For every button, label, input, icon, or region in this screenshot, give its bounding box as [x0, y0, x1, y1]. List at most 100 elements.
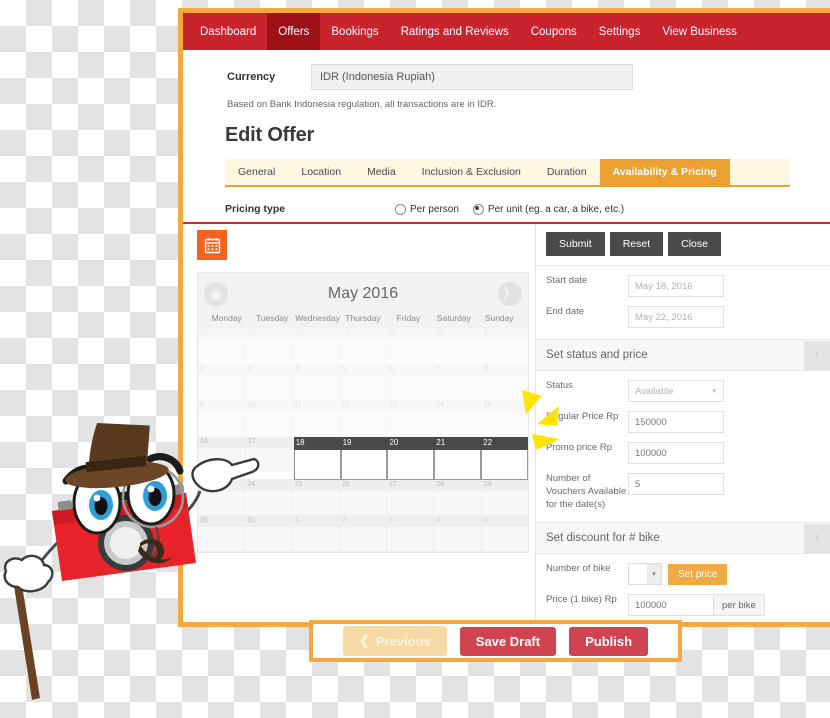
calendar-day-body[interactable]: [387, 340, 434, 364]
calendar-day[interactable]: 15: [481, 401, 528, 437]
calendar-day-body[interactable]: [245, 340, 292, 364]
calendar-day[interactable]: 16: [198, 437, 246, 480]
tab-duration[interactable]: Duration: [534, 159, 600, 185]
calendar-day[interactable]: 11: [292, 401, 340, 437]
chevron-right-circle-icon[interactable]: 〉: [497, 282, 522, 306]
calendar-day[interactable]: 2: [339, 516, 388, 552]
submit-button[interactable]: Submit: [546, 232, 605, 256]
calendar-day[interactable]: 28: [434, 480, 482, 516]
calendar-day-body[interactable]: [292, 491, 339, 515]
calendar-day-body[interactable]: [481, 412, 528, 436]
calendar-day[interactable]: 7: [434, 365, 482, 401]
nav-item-bookings[interactable]: Bookings: [320, 13, 389, 50]
close-button[interactable]: Close: [668, 232, 721, 256]
calendar-day[interactable]: 30: [434, 329, 482, 365]
calendar-day[interactable]: 31: [245, 516, 293, 552]
calendar-icon[interactable]: [197, 230, 227, 260]
calendar-day-body[interactable]: [387, 491, 434, 515]
previous-button[interactable]: ❮ Previous: [342, 626, 447, 656]
calendar-day[interactable]: 27: [292, 329, 340, 365]
calendar-day-body[interactable]: [292, 527, 339, 551]
calendar-day[interactable]: 25: [198, 329, 246, 365]
calendar-day-body[interactable]: [387, 527, 434, 551]
status-select[interactable]: Available ▾: [628, 380, 724, 402]
calendar-day[interactable]: 28: [339, 329, 388, 365]
save-draft-button[interactable]: Save Draft: [459, 626, 557, 656]
calendar-day[interactable]: 4: [434, 516, 482, 552]
collapse-up-icon[interactable]: ↑: [804, 523, 830, 553]
calendar-day[interactable]: 4: [292, 365, 340, 401]
calendar-day[interactable]: 9: [198, 401, 246, 437]
calendar-day-selected[interactable]: 19: [340, 437, 388, 480]
calendar-day-body[interactable]: [198, 491, 245, 515]
availability-calendar[interactable]: ⊕ May 2016 〉 Monday Tuesday Wednesday Th…: [197, 272, 529, 553]
calendar-day-body[interactable]: [245, 412, 292, 436]
calendar-day[interactable]: 1: [481, 329, 528, 365]
calendar-day[interactable]: 8: [481, 365, 528, 401]
calendar-day-selected[interactable]: 20: [387, 437, 435, 480]
promo-price-input[interactable]: 100000: [628, 442, 724, 464]
calendar-day-body[interactable]: [481, 491, 528, 515]
publish-button[interactable]: Publish: [569, 626, 649, 656]
calendar-day-body[interactable]: [339, 527, 387, 551]
calendar-day-body[interactable]: [198, 340, 245, 364]
calendar-day[interactable]: 26: [339, 480, 388, 516]
calendar-day[interactable]: 1: [292, 516, 340, 552]
radio-per-person-input[interactable]: [395, 203, 406, 215]
regular-price-input[interactable]: 150000: [628, 411, 724, 433]
calendar-day[interactable]: 14: [434, 401, 482, 437]
calendar-day[interactable]: 17: [245, 437, 294, 480]
reset-button[interactable]: Reset: [609, 232, 664, 256]
calendar-day-body[interactable]: [198, 376, 245, 400]
calendar-day[interactable]: 24: [245, 480, 293, 516]
tab-general[interactable]: General: [225, 159, 288, 185]
calendar-day[interactable]: 10: [245, 401, 293, 437]
calendar-day-body[interactable]: [198, 412, 245, 436]
calendar-day[interactable]: 27: [387, 480, 435, 516]
calendar-day-body[interactable]: [387, 450, 435, 480]
calendar-day[interactable]: 30: [198, 516, 246, 552]
vouchers-input[interactable]: 5: [628, 473, 724, 495]
circle-plus-icon[interactable]: ⊕: [204, 282, 228, 306]
nav-item-view-business[interactable]: View Business: [651, 13, 748, 50]
start-date-input[interactable]: May 18, 2016: [628, 275, 724, 297]
calendar-day[interactable]: 5: [339, 365, 388, 401]
radio-per-person[interactable]: Per person: [395, 203, 459, 215]
calendar-day-body[interactable]: [340, 450, 388, 480]
tab-location[interactable]: Location: [288, 159, 354, 185]
calendar-day[interactable]: 2: [198, 365, 246, 401]
end-date-input[interactable]: May 22, 2016: [628, 306, 724, 328]
status-price-accordion-header[interactable]: Set status and price ↑: [536, 339, 830, 371]
calendar-day-body[interactable]: [245, 376, 292, 400]
calendar-day-body[interactable]: [245, 448, 293, 472]
calendar-day-body[interactable]: [292, 340, 339, 364]
calendar-day-body[interactable]: [293, 450, 341, 480]
calendar-day[interactable]: 3: [387, 516, 435, 552]
radio-per-unit-input[interactable]: [472, 203, 484, 215]
calendar-day-selected[interactable]: 22: [481, 437, 529, 480]
calendar-day-body[interactable]: [434, 376, 481, 400]
calendar-day-body[interactable]: [434, 527, 481, 551]
calendar-day-body[interactable]: [292, 376, 339, 400]
calendar-day-body[interactable]: [292, 412, 339, 436]
calendar-day-selected[interactable]: 21: [434, 437, 482, 480]
calendar-day-body[interactable]: [198, 527, 245, 551]
calendar-day-body[interactable]: [434, 340, 481, 364]
calendar-day-selected[interactable]: 18: [293, 437, 341, 480]
price-one-bike-input[interactable]: 100000: [628, 594, 714, 617]
nav-item-ratings-and-reviews[interactable]: Ratings and Reviews: [390, 13, 520, 50]
nav-item-dashboard[interactable]: Dashboard: [189, 13, 267, 50]
calendar-day-body[interactable]: [387, 376, 434, 400]
calendar-day[interactable]: 26: [245, 329, 293, 365]
calendar-day-body[interactable]: [434, 412, 481, 436]
calendar-day[interactable]: 29: [387, 329, 435, 365]
collapse-up-icon[interactable]: ↑: [804, 340, 830, 370]
calendar-day-body[interactable]: [198, 448, 245, 472]
discount-accordion-header[interactable]: Set discount for # bike ↑: [536, 522, 830, 555]
calendar-day-body[interactable]: [481, 376, 528, 400]
calendar-day-body[interactable]: [245, 491, 292, 515]
calendar-day-body[interactable]: [434, 450, 482, 480]
calendar-day-body[interactable]: [339, 376, 387, 400]
radio-per-unit[interactable]: Per unit (eg. a car, a bike, etc.): [472, 203, 624, 215]
calendar-day-body[interactable]: [339, 340, 387, 364]
